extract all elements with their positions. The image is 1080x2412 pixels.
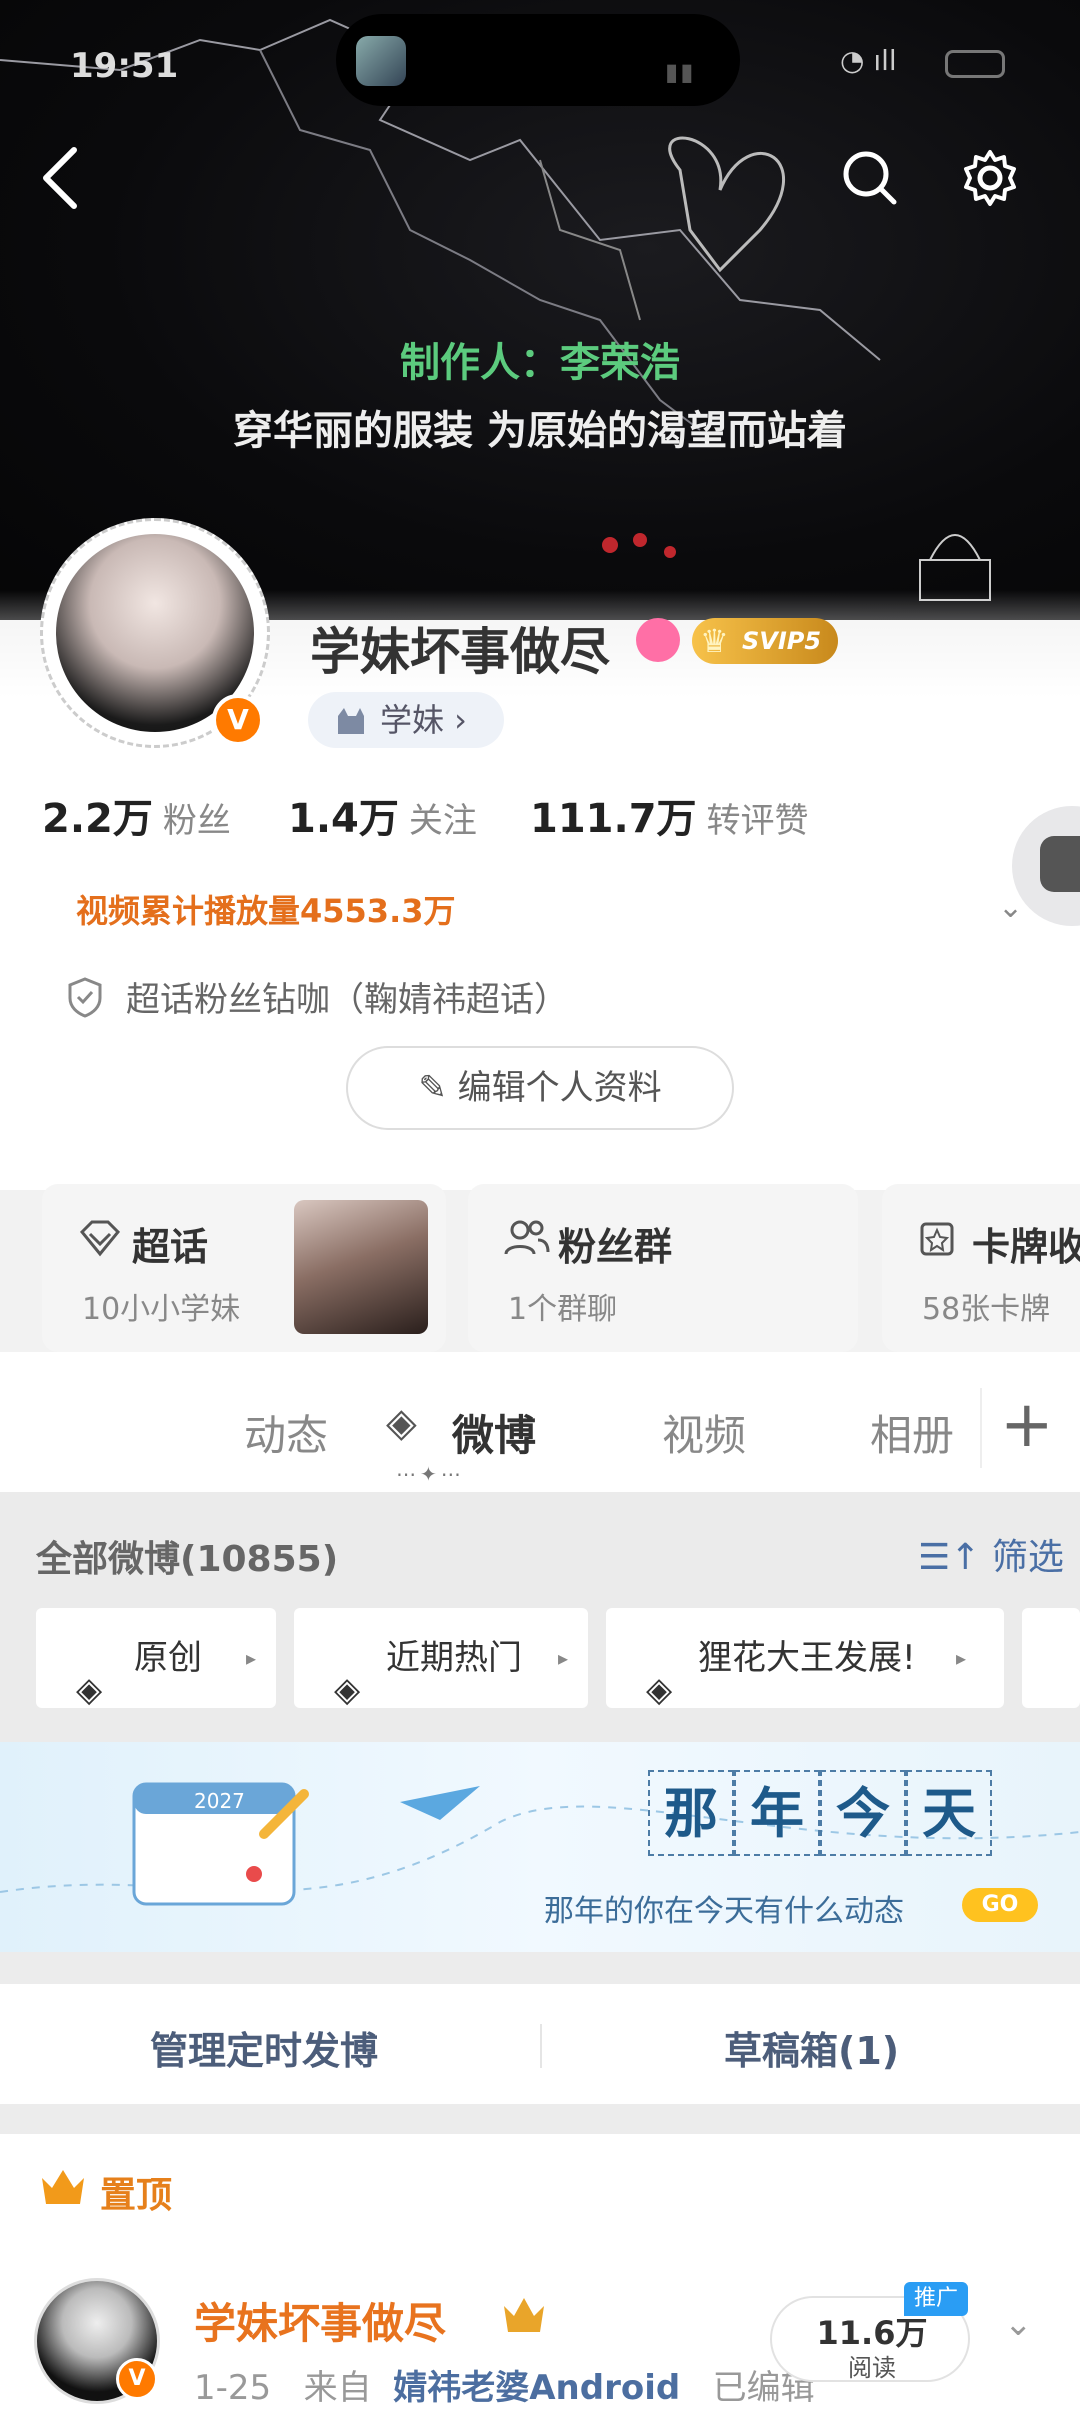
go-button[interactable]: GO (962, 1888, 1038, 1922)
chip-more[interactable] (1022, 1608, 1080, 1708)
memory-char: 天 (906, 1770, 992, 1856)
back-button[interactable] (30, 140, 90, 216)
stat-followers[interactable]: 2.2万 粉丝 (42, 786, 231, 844)
add-tab-button[interactable]: + (980, 1388, 1054, 1468)
banner-producer: 制作人：李荣浩 (400, 340, 680, 386)
tab-album[interactable]: 相册 (870, 1402, 954, 1463)
banner-tagline: 穿华丽的服装 为原始的渴望而站着 (233, 408, 847, 454)
post-verified-badge: V (116, 2358, 158, 2400)
caret-right-icon: ▸ (558, 1646, 569, 1670)
caret-right-icon: ▸ (956, 1646, 967, 1670)
chevron-left-icon (43, 147, 77, 209)
island-avatar (356, 36, 406, 86)
filter-button[interactable]: ☰↑ 筛选 (918, 1528, 1064, 1580)
supertopic-thumbnail (294, 1200, 428, 1334)
tab-activity[interactable]: 动态 (244, 1402, 328, 1463)
stat-followers-label: 粉丝 (162, 801, 231, 841)
post-date: 1-25 (194, 2368, 272, 2408)
edit-profile-label: 编辑个人资料 (457, 1068, 662, 1108)
shield-icon (68, 977, 102, 1018)
chip-original[interactable]: ◈ 原创 ▸ (36, 1608, 276, 1710)
tab-weibo[interactable]: 微博 (452, 1402, 536, 1463)
memory-char: 年 (734, 1770, 820, 1856)
scheduled-posts-button[interactable]: 管理定时发博 (150, 2020, 378, 2075)
post-from-label: 来自 (303, 2368, 372, 2408)
verified-badge: V (212, 694, 264, 746)
vip-crown-icon (504, 2298, 544, 2332)
on-this-day-subtitle: 那年的你在今天有什么动态 (544, 1894, 904, 1929)
cat-icon (338, 708, 364, 734)
card-supertopic-title: 超话 (132, 1225, 209, 1269)
chevron-down-icon[interactable]: ⌄ (1004, 2304, 1033, 2344)
edit-profile-button[interactable]: ✎ 编辑个人资料 (346, 1046, 734, 1130)
caret-right-icon: ▸ (246, 1646, 257, 1670)
chip-hot-label: 近期热门 (386, 1638, 522, 1678)
chip-custom[interactable]: ◈ 狸花大王发展! ▸ (606, 1608, 1004, 1710)
layers-icon: ◈ (334, 1670, 361, 1710)
calendar-icon: 2027 (132, 1782, 309, 1906)
video-plays-count: 视频累计播放量4553.3万 (76, 892, 456, 930)
calendar-year: 2027 (194, 1789, 245, 1813)
stat-following[interactable]: 1.4万 关注 (288, 786, 477, 844)
pencil-icon: ✎ (418, 1068, 458, 1108)
crown-icon (42, 2170, 84, 2204)
pink-search-badge-icon[interactable] (636, 618, 680, 662)
battery-icon (945, 50, 1005, 78)
diamond-icon (79, 1220, 121, 1257)
pinned-label: 置顶 (100, 2175, 173, 2216)
search-icon (843, 151, 897, 205)
divider (0, 2104, 1080, 2134)
card-collection-title: 卡牌收 (972, 1225, 1080, 1269)
filter-label: 筛选 (991, 1537, 1064, 1578)
stat-interactions-label: 转评赞 (706, 801, 809, 841)
superfan-label[interactable]: 超话粉丝钻咖（鞠婧祎超话） (126, 972, 568, 1021)
card-fan-group-title: 粉丝群 (558, 1225, 673, 1269)
on-this-day-title: 那年今天 (648, 1770, 992, 1856)
layers-icon: ◈ (76, 1670, 103, 1710)
chat-bubble-icon (1040, 836, 1080, 892)
chain-decoration-icon: ⋯✦⋯ (396, 1462, 465, 1486)
all-weibo-count: 全部微博(10855) (36, 1539, 339, 1580)
island-indicator-icon: ▮▮ (665, 58, 696, 86)
card-fan-group-sub: 1个群聊 (508, 1292, 618, 1327)
divider (0, 1952, 1080, 1984)
status-time: 19:51 (70, 46, 179, 86)
sort-icon: ☰↑ (918, 1537, 981, 1578)
gem-tab-icon: ◈ (386, 1400, 417, 1446)
chip-original-label: 原创 (134, 1638, 202, 1678)
promote-tag[interactable]: 推广 (904, 2282, 968, 2316)
stat-following-label: 关注 (408, 801, 477, 841)
layers-icon: ◈ (646, 1670, 673, 1710)
chip-hot[interactable]: ◈ 近期热门 ▸ (294, 1608, 588, 1710)
post-meta: 1-25 来自 婧祎老婆Android 已编辑 (194, 2360, 815, 2409)
drafts-button[interactable]: 草稿箱(1) (724, 2020, 899, 2075)
reads-label: 阅读 (848, 2354, 896, 2382)
manage-divider (540, 2024, 542, 2068)
signal-wifi-icon: ◔ ıll (840, 44, 897, 77)
search-button[interactable] (838, 146, 902, 210)
settings-button[interactable] (958, 146, 1022, 210)
users-icon (504, 1220, 550, 1255)
card-collection[interactable]: 卡牌收 58张卡牌 (882, 1184, 1080, 1352)
stat-interactions[interactable]: 111.7万 转评赞 (530, 786, 809, 844)
profile-username: 学妹坏事做尽 (310, 623, 610, 681)
chip-custom-label: 狸花大王发展! (698, 1638, 916, 1678)
memory-char: 那 (648, 1770, 734, 1856)
post-source: 婧祎老婆Android (393, 2368, 681, 2408)
post-author[interactable]: 学妹坏事做尽 (194, 2290, 446, 2351)
chevron-down-icon[interactable]: ⌄ (998, 890, 1023, 925)
card-collection-icon (920, 1222, 954, 1256)
memory-char: 今 (820, 1770, 906, 1856)
card-supertopic-sub: 10小小学妹 (82, 1292, 241, 1327)
tab-video[interactable]: 视频 (662, 1402, 746, 1463)
crown-icon: ♛ (700, 622, 729, 660)
card-collection-sub: 58张卡牌 (922, 1292, 1051, 1327)
card-fan-group[interactable]: 粉丝群 1个群聊 (468, 1184, 858, 1352)
gear-icon (964, 150, 1016, 206)
